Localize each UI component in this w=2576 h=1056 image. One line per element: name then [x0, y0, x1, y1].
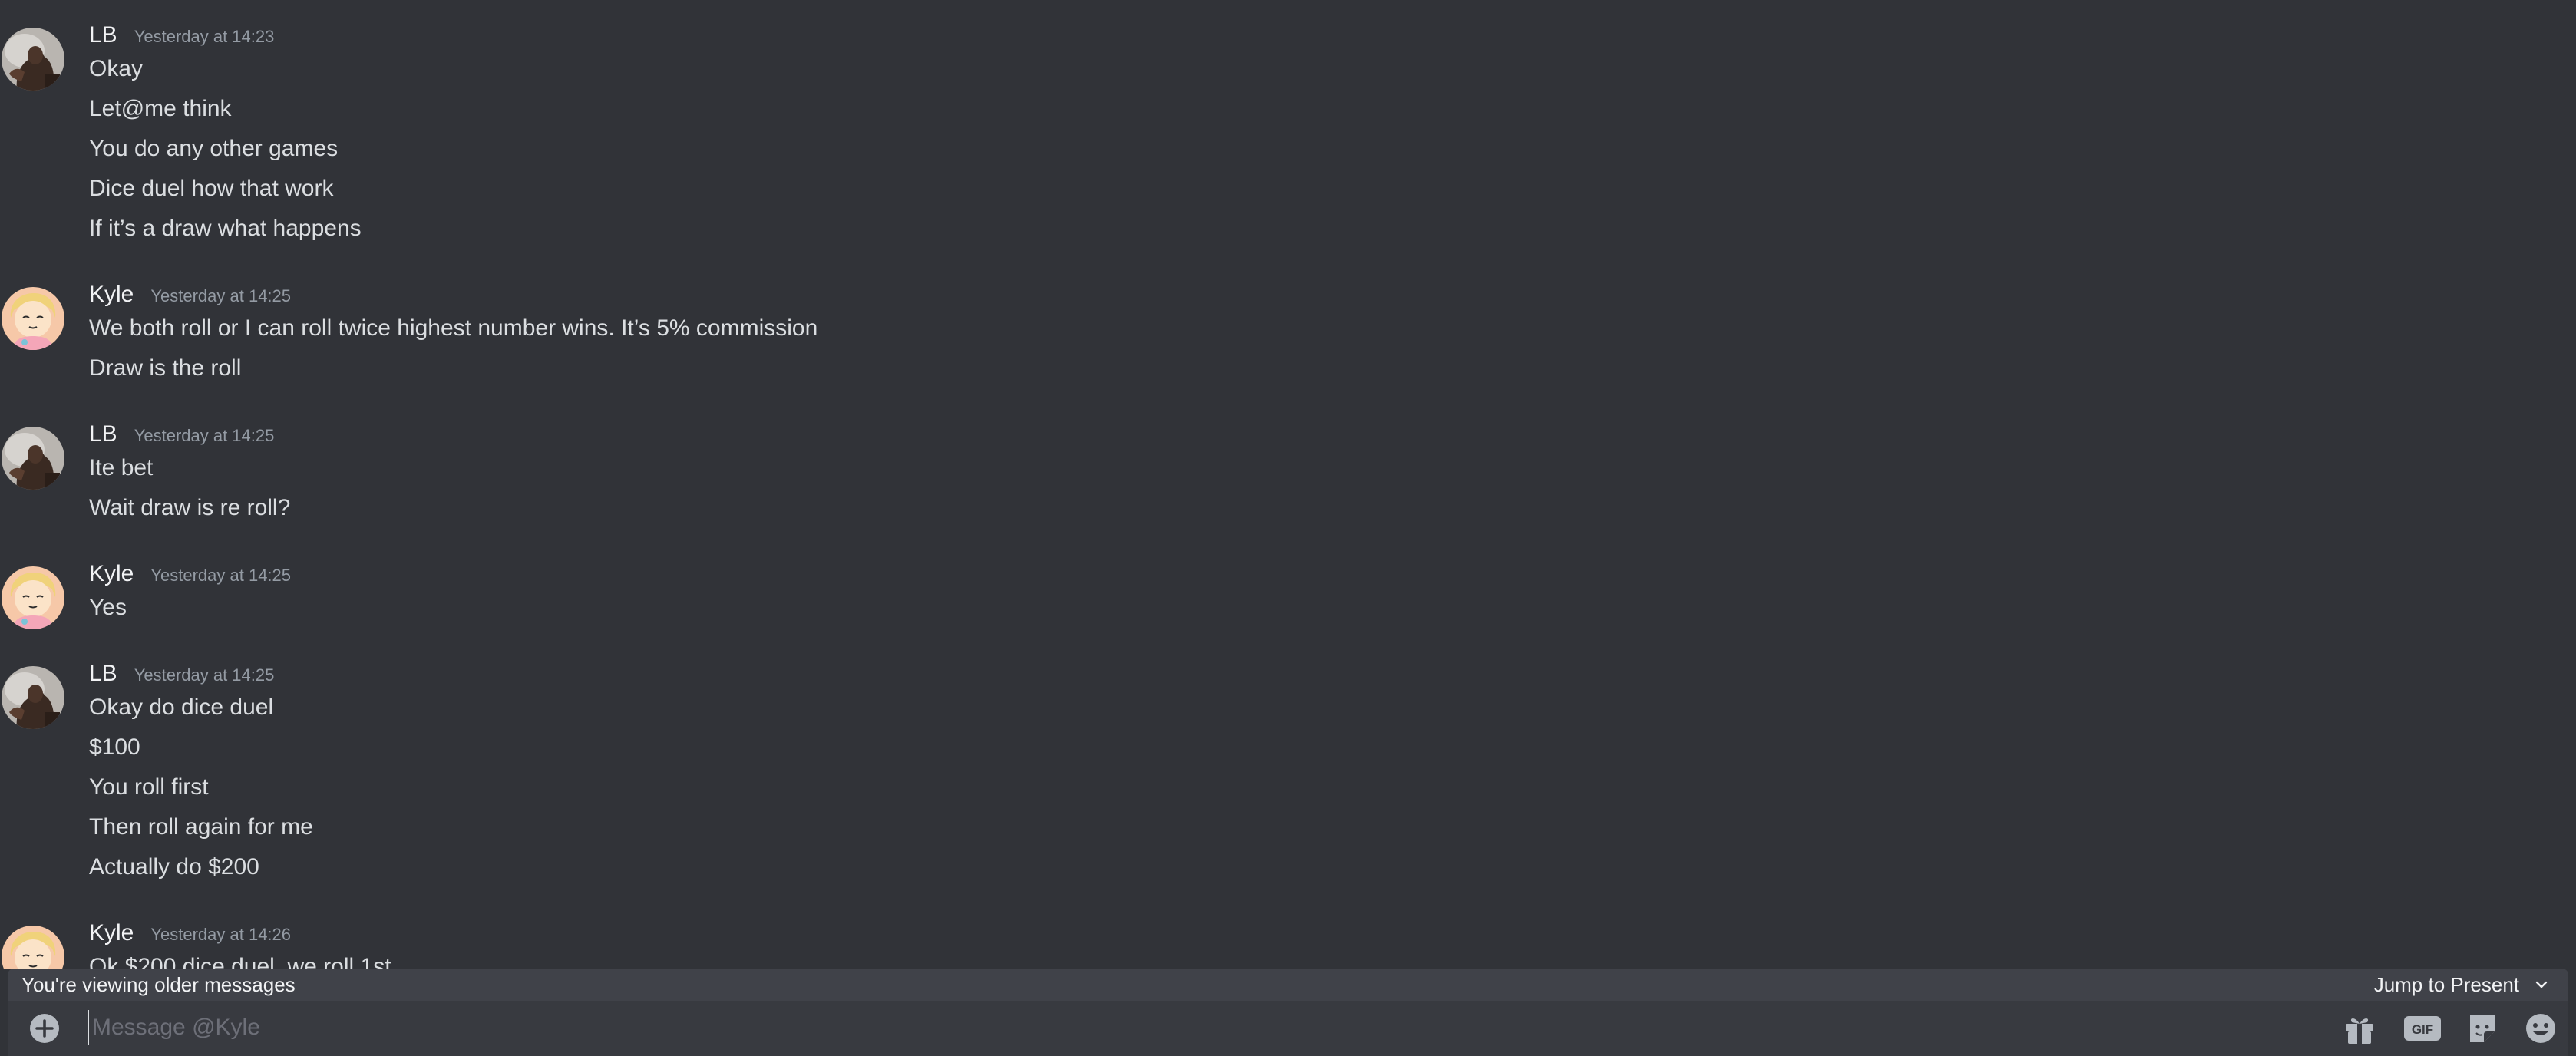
message-text: Then roll again for me: [89, 814, 313, 840]
message-input[interactable]: [88, 1010, 2318, 1045]
username[interactable]: LB: [89, 658, 117, 689]
message-header: LB Yesterday at 14:25: [89, 658, 274, 689]
timestamp: Yesterday at 14:25: [150, 286, 292, 305]
emoji-button[interactable]: [2522, 1011, 2559, 1045]
jump-to-present-label: Jump to Present: [2373, 972, 2519, 996]
username[interactable]: Kyle: [89, 918, 134, 949]
message-text: Okay: [89, 56, 144, 81]
attach-button[interactable]: [28, 1011, 61, 1045]
gif-icon: GIF: [2404, 1016, 2441, 1041]
message-text: Okay do dice duel: [89, 695, 274, 720]
message-text: You do any other games: [89, 136, 339, 161]
kyle-avatar[interactable]: [2, 287, 64, 350]
message-header: Kyle Yesterday at 14:25: [89, 559, 291, 589]
message-text: Dice duel how that work: [89, 176, 334, 201]
message-text: Yes: [89, 595, 127, 620]
message-text: Ok $200 dice duel, we roll 1st: [89, 954, 391, 969]
gif-button[interactable]: GIF: [2403, 1011, 2441, 1045]
username[interactable]: LB: [89, 20, 117, 51]
chevron-down-icon: [2535, 981, 2548, 988]
message-composer: GIF: [8, 1001, 2568, 1056]
timestamp: Yesterday at 14:25: [134, 426, 275, 445]
message-header: Kyle Yesterday at 14:26: [89, 918, 291, 949]
username[interactable]: Kyle: [89, 279, 134, 310]
svg-text:GIF: GIF: [2412, 1022, 2433, 1037]
gift-icon: [2346, 1018, 2373, 1044]
jump-to-present-button[interactable]: Jump to Present: [2374, 969, 2550, 1001]
sticker-button[interactable]: [2464, 1011, 2501, 1045]
older-messages-notice: You're viewing older messages: [21, 973, 296, 996]
lb-avatar[interactable]: [2, 666, 64, 729]
sticker-icon: [2470, 1015, 2495, 1042]
kyle-avatar[interactable]: [2, 566, 64, 629]
username[interactable]: LB: [89, 419, 117, 450]
dm-window: LB Yesterday at 14:23 Okay Let@me think …: [0, 0, 2576, 1056]
older-messages-bar: You're viewing older messages Jump to Pr…: [8, 969, 2568, 1001]
message-text: Ite bet: [89, 455, 154, 480]
message-header: LB Yesterday at 14:25: [89, 419, 274, 450]
lb-avatar[interactable]: [2, 28, 64, 91]
message-header: Kyle Yesterday at 14:25: [89, 279, 291, 310]
message-text: Let@me think: [89, 96, 232, 121]
message-text: You roll first: [89, 774, 209, 800]
plus-circle-icon: [30, 1014, 59, 1043]
message-text: Wait draw is re roll?: [89, 495, 291, 520]
message-header: LB Yesterday at 14:23: [89, 20, 274, 51]
message-text: If it’s a draw what happens: [89, 216, 362, 241]
kyle-avatar[interactable]: [2, 926, 64, 969]
gift-button[interactable]: [2341, 1011, 2378, 1045]
timestamp: Yesterday at 14:25: [150, 566, 292, 585]
username[interactable]: Kyle: [89, 559, 134, 589]
emoji-icon: [2526, 1014, 2555, 1043]
message-text: Actually do $200: [89, 854, 259, 879]
message-text: $100: [89, 734, 140, 760]
timestamp: Yesterday at 14:25: [134, 665, 275, 685]
timestamp: Yesterday at 14:23: [134, 27, 275, 46]
lb-avatar[interactable]: [2, 427, 64, 490]
message-text: We both roll or I can roll twice highest…: [89, 315, 818, 341]
message-list: LB Yesterday at 14:23 Okay Let@me think …: [0, 0, 2576, 969]
message-text: Draw is the roll: [89, 355, 242, 381]
timestamp: Yesterday at 14:26: [150, 925, 292, 944]
